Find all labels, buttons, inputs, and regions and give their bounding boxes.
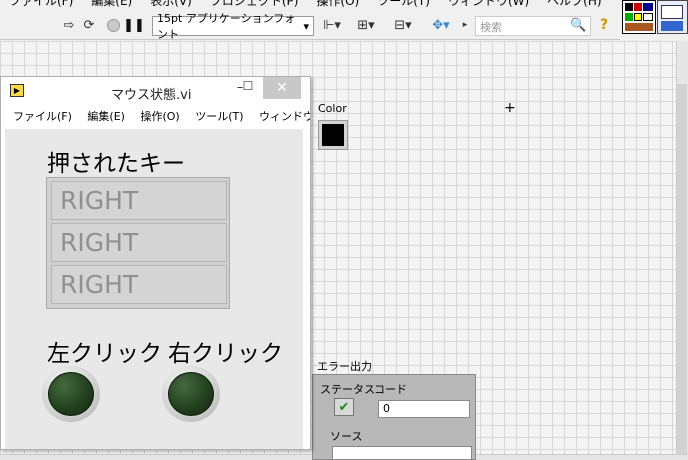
error-code-field[interactable]: 0 bbox=[378, 400, 470, 418]
status-check-icon[interactable]: ✔ bbox=[334, 398, 354, 416]
font-select[interactable]: 15pt アプリケーションフォント ▾ bbox=[152, 12, 314, 41]
menu-file[interactable]: ファイル(F) bbox=[0, 0, 82, 10]
color-label: Color bbox=[318, 102, 347, 115]
vi-menu-window[interactable]: ウィンドウ( bbox=[259, 107, 310, 127]
align-icon[interactable]: ⊩▾ bbox=[320, 17, 344, 33]
vi-titlebar[interactable]: ▶ マウス状態.vi – ☐ ✕ bbox=[1, 77, 310, 105]
right-click-label: 右クリック bbox=[168, 341, 283, 367]
key-item: RIGHT bbox=[51, 265, 227, 304]
menu-operate[interactable]: 操作(O) bbox=[307, 0, 368, 10]
pressed-keys-label: 押されたキー bbox=[47, 151, 185, 177]
labview-app-icon: ▶ bbox=[10, 84, 24, 97]
vi-menubar: ファイル(F) 編集(E) 操作(O) ツール(T) ウィンドウ( bbox=[1, 107, 310, 127]
vi-icon[interactable] bbox=[622, 0, 656, 34]
maximize-icon[interactable]: ☐ bbox=[237, 79, 259, 93]
menu-project[interactable]: プロジェクト(P) bbox=[201, 0, 308, 10]
color-control[interactable] bbox=[318, 120, 348, 150]
error-source-field[interactable] bbox=[332, 446, 472, 460]
pause-icon[interactable]: ❚❚ bbox=[123, 17, 145, 33]
resize-icon[interactable]: ⊟▾ bbox=[391, 17, 415, 33]
right-click-led bbox=[162, 366, 220, 422]
vi-menu-file[interactable]: ファイル(F) bbox=[13, 107, 72, 127]
reorder-icon[interactable]: ✥▾ bbox=[428, 17, 454, 33]
main-menubar: ファイル(F) 編集(E) 表示(V) プロジェクト(P) 操作(O) ツール(… bbox=[0, 0, 620, 10]
left-click-led bbox=[42, 366, 100, 422]
pressed-keys-array: RIGHT RIGHT RIGHT bbox=[46, 177, 230, 309]
error-source-label: ソース bbox=[330, 430, 363, 443]
menu-window[interactable]: ウィンドウ(W) bbox=[439, 0, 538, 10]
run-arrow-icon[interactable]: ⇨ bbox=[60, 17, 78, 33]
error-status-label: ステータス bbox=[320, 383, 375, 396]
left-click-label: 左クリック bbox=[47, 341, 162, 367]
key-item: RIGHT bbox=[51, 181, 227, 220]
color-swatch bbox=[322, 124, 344, 146]
vi-menu-tools[interactable]: ツール(T) bbox=[195, 107, 243, 127]
connector-pane-icon[interactable] bbox=[657, 0, 688, 34]
menu-edit[interactable]: 編集(E) bbox=[82, 0, 141, 10]
expand-arrow-icon[interactable]: ▸ bbox=[460, 17, 470, 33]
key-item: RIGHT bbox=[51, 223, 227, 262]
toolbar: ⇨ ⟳ ❚❚ 15pt アプリケーションフォント ▾ ⊩▾ ⊞▾ ⊟▾ ✥▾ ▸… bbox=[0, 10, 620, 41]
font-select-value: 15pt アプリケーションフォント bbox=[157, 12, 296, 41]
chevron-down-icon: ▾ bbox=[303, 19, 309, 33]
help-icon[interactable]: ? bbox=[600, 17, 608, 33]
led-lamp bbox=[48, 372, 94, 416]
search-placeholder: 検索 bbox=[480, 21, 502, 34]
menu-view[interactable]: 表示(V) bbox=[141, 0, 201, 10]
vi-menu-operate[interactable]: 操作(O) bbox=[140, 107, 179, 127]
led-lamp bbox=[168, 372, 214, 416]
vertical-scrollbar-thumb[interactable] bbox=[677, 84, 687, 454]
vi-title: マウス状態.vi bbox=[111, 88, 192, 103]
distribute-icon[interactable]: ⊞▾ bbox=[354, 17, 378, 33]
close-icon[interactable]: ✕ bbox=[263, 77, 301, 99]
search-icon[interactable]: 🔍 bbox=[570, 18, 586, 33]
menu-tools[interactable]: ツール(T) bbox=[368, 0, 439, 10]
abort-icon[interactable] bbox=[104, 17, 122, 33]
run-continuous-icon[interactable]: ⟳ bbox=[80, 17, 98, 33]
crosshair-cursor-icon: + bbox=[504, 100, 516, 116]
error-code-label: コード bbox=[374, 383, 407, 396]
vi-menu-edit[interactable]: 編集(E) bbox=[87, 107, 125, 127]
error-out-label: エラー出力 bbox=[317, 360, 372, 373]
menu-help[interactable]: ヘルプ(H) bbox=[538, 0, 610, 10]
